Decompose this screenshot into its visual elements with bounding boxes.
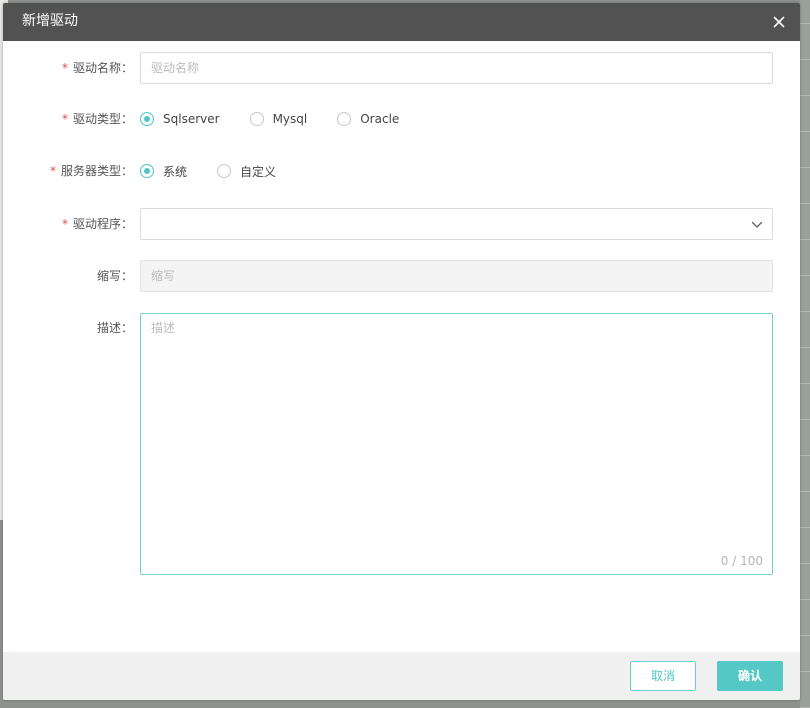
driver-program-value	[141, 209, 772, 239]
radio-custom[interactable]: 自定义	[217, 163, 276, 180]
radio-custom-label: 自定义	[240, 164, 277, 179]
driver-program-select[interactable]	[140, 208, 773, 240]
radio-system-label: 系统	[163, 164, 188, 179]
radio-oracle-circle[interactable]	[337, 112, 352, 126]
cancel-button[interactable]: 取消	[630, 661, 696, 691]
description-char-counter: 0 / 100	[720, 554, 763, 568]
server-type-label: * 服务器类型：	[50, 155, 133, 187]
required-mark: *	[61, 61, 68, 75]
abbreviation-input	[141, 261, 772, 291]
close-button[interactable]	[769, 12, 789, 32]
dialog-title: 新增驱动	[22, 13, 78, 29]
required-mark: *	[61, 217, 68, 231]
server-type-radio-group: 系统 自定义	[140, 155, 306, 187]
driver-type-label: * 驱动类型：	[62, 103, 133, 135]
radio-sqlserver-label: Sqlserver	[163, 112, 220, 126]
background-page-edge	[800, 0, 810, 708]
required-mark: *	[49, 164, 56, 178]
radio-oracle[interactable]: Oracle	[337, 112, 399, 126]
abbreviation-field	[140, 260, 773, 292]
driver-type-radio-group: Sqlserver Mysql Oracle	[140, 103, 429, 135]
dialog-header: 新增驱动	[3, 3, 800, 41]
radio-mysql-circle[interactable]	[249, 112, 264, 126]
close-icon	[773, 16, 785, 28]
dialog-footer: 取消 确认	[3, 652, 800, 700]
confirm-button[interactable]: 确认	[717, 661, 783, 691]
driver-name-input[interactable]	[141, 53, 772, 83]
description-textarea[interactable]	[141, 314, 772, 554]
driver-name-field	[140, 52, 773, 84]
radio-system-circle[interactable]	[140, 164, 154, 178]
radio-sqlserver[interactable]: Sqlserver	[140, 112, 220, 126]
radio-system[interactable]: 系统	[140, 163, 187, 180]
radio-custom-circle[interactable]	[217, 164, 232, 178]
abbreviation-label: 缩写：	[96, 269, 133, 283]
radio-mysql[interactable]: Mysql	[249, 112, 308, 126]
server-type-label-text: 服务器类型：	[60, 164, 133, 178]
driver-name-label-text: 驱动名称：	[72, 61, 133, 75]
driver-program-label-text: 驱动程序：	[72, 217, 133, 231]
driver-program-label: * 驱动程序：	[62, 208, 133, 240]
radio-sqlserver-circle[interactable]	[140, 112, 154, 126]
description-label: 描述：	[96, 321, 133, 335]
radio-oracle-label: Oracle	[360, 112, 400, 126]
driver-type-label-text: 驱动类型：	[72, 112, 133, 126]
required-mark: *	[61, 112, 68, 126]
chevron-down-icon[interactable]	[750, 218, 764, 232]
driver-name-label: * 驱动名称：	[62, 52, 133, 84]
description-field: 0 / 100	[140, 313, 773, 575]
add-driver-dialog: 新增驱动 * 驱动名称： * 驱动类型： Sqlserver Mysql	[3, 3, 800, 700]
radio-mysql-label: Mysql	[272, 112, 308, 126]
